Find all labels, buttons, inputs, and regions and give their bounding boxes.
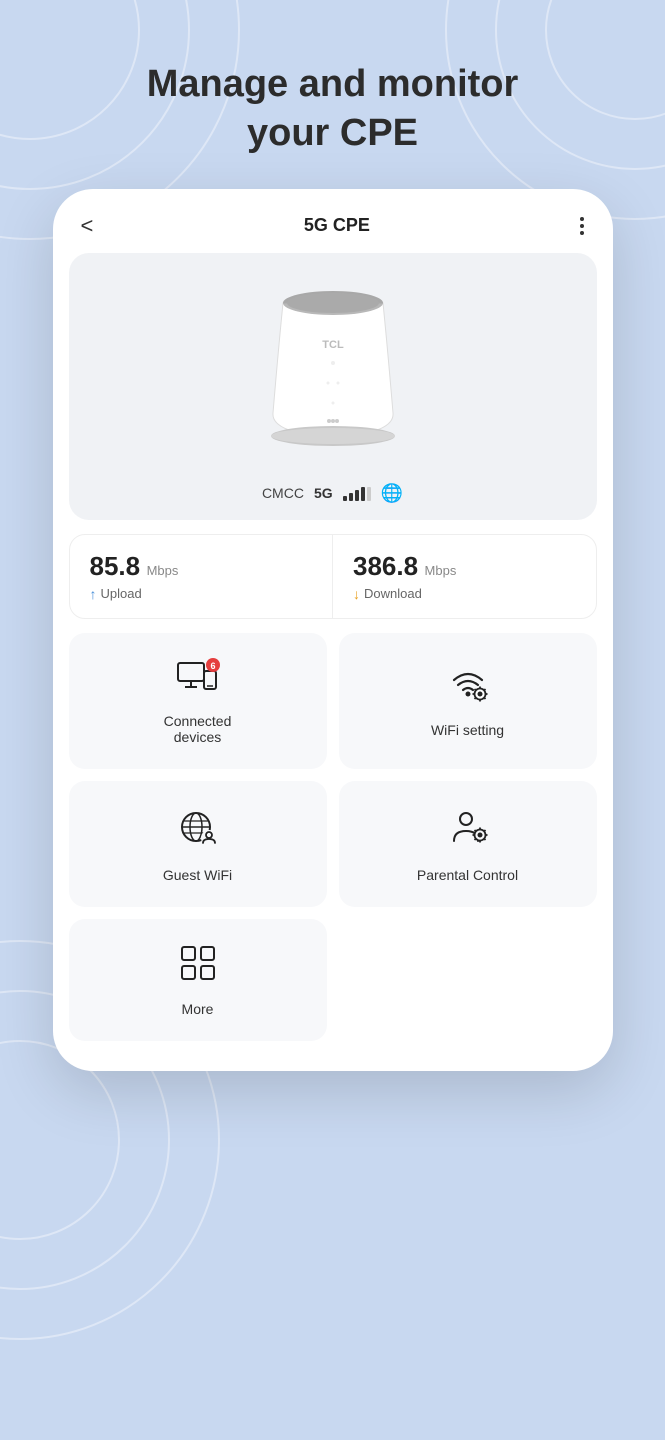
connected-devices-button[interactable]: 6 Connecteddevices — [69, 633, 327, 769]
back-button[interactable]: < — [77, 209, 98, 243]
globe-icon: 🌐 — [381, 483, 403, 504]
page-title-label: 5G CPE — [304, 215, 370, 236]
router-image: TCL — [243, 273, 423, 473]
upload-stat: 85.8 Mbps ↑ Upload — [70, 535, 334, 618]
signal-bar-1 — [343, 496, 347, 501]
network-provider: CMCC — [262, 485, 304, 501]
grid-menu: 6 Connecteddevices — [69, 633, 597, 1041]
upload-label: ↑ Upload — [90, 586, 313, 602]
signal-bar-5 — [367, 487, 371, 501]
parental-control-label: Parental Control — [417, 867, 518, 883]
upload-value: 85.8 — [90, 551, 141, 581]
wifi-setting-label: WiFi setting — [431, 722, 504, 738]
speed-stats: 85.8 Mbps ↑ Upload 386.8 Mbps ↓ Download — [69, 534, 597, 619]
svg-text:TCL: TCL — [322, 339, 344, 351]
guest-wifi-icon — [176, 805, 220, 857]
download-label: ↓ Download — [353, 586, 576, 602]
more-menu-button[interactable] — [576, 213, 588, 239]
download-value: 386.8 — [353, 551, 418, 581]
signal-bar-2 — [349, 493, 353, 501]
connected-devices-label: Connecteddevices — [164, 713, 232, 745]
svg-text:6: 6 — [210, 661, 215, 671]
guest-wifi-label: Guest WiFi — [163, 867, 232, 883]
wifi-setting-button[interactable]: WiFi setting — [339, 633, 597, 769]
more-label: More — [182, 1001, 214, 1017]
more-button[interactable]: More — [69, 919, 327, 1041]
page-title: Manage and monitor your CPE — [0, 0, 665, 189]
dot — [580, 224, 584, 228]
dot — [580, 217, 584, 221]
signal-bars — [343, 485, 371, 501]
network-type: 5G — [314, 485, 333, 501]
network-info: CMCC 5G 🌐 — [262, 483, 403, 504]
connected-devices-icon: 6 — [176, 657, 220, 703]
download-unit: Mbps — [425, 563, 457, 578]
wifi-setting-icon — [446, 664, 490, 712]
parental-control-button[interactable]: Parental Control — [339, 781, 597, 907]
download-arrow-icon: ↓ — [353, 586, 360, 602]
guest-wifi-button[interactable]: Guest WiFi — [69, 781, 327, 907]
more-icon — [178, 943, 218, 991]
phone-header: < 5G CPE — [53, 189, 613, 253]
upload-arrow-icon: ↑ — [90, 586, 97, 602]
parental-control-icon — [446, 805, 490, 857]
dot — [580, 231, 584, 235]
router-area: TCL CMCC 5G 🌐 — [69, 253, 597, 520]
signal-bar-3 — [355, 490, 359, 501]
phone-mockup: < 5G CPE TCL — [53, 189, 613, 1071]
download-stat: 386.8 Mbps ↓ Download — [333, 535, 596, 618]
upload-unit: Mbps — [147, 563, 179, 578]
signal-bar-4 — [361, 487, 365, 501]
